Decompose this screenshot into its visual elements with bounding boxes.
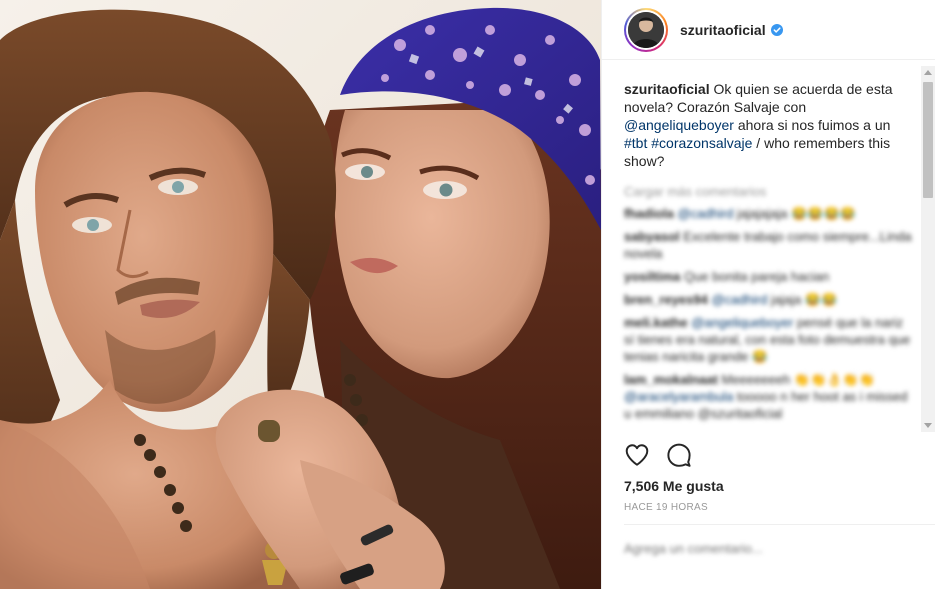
comment-username[interactable]: lam_mokalnaat <box>624 372 718 387</box>
comment-item: yosiltima Que bonita pareja hacian <box>624 269 830 284</box>
post-photo-illustration <box>0 0 601 589</box>
comment-item: sabyasol Excelente trabajo como siempre.… <box>624 229 912 261</box>
post-actions <box>624 442 692 468</box>
post-header: szuritaoficial <box>602 0 935 60</box>
caption-hashtag-corazonsalvaje[interactable]: #corazonsalvaje <box>651 135 752 151</box>
comments-list[interactable]: szuritaoficial Ok quien se acuerda de es… <box>602 66 920 432</box>
comment-mention[interactable]: @angeliqueboyer <box>691 315 793 330</box>
scroll-up-arrow-icon[interactable] <box>924 70 932 75</box>
comment-icon[interactable] <box>666 442 692 468</box>
comment-username[interactable]: sabyasol <box>624 229 680 244</box>
comment-mention[interactable]: @cadhird <box>677 206 733 221</box>
post-caption: szuritaoficial Ok quien se acuerda de es… <box>624 80 914 170</box>
post-sidebar: szuritaoficial szuritaoficial Ok quien s… <box>601 0 935 589</box>
comment-mention[interactable]: @cadhird <box>711 292 767 307</box>
comments-scrollbar[interactable] <box>921 66 935 432</box>
divider <box>624 524 935 525</box>
caption-text-2: ahora si nos fuimos a un <box>733 117 891 133</box>
caption-username[interactable]: szuritaoficial <box>624 81 710 97</box>
comment-username[interactable]: fhadiola <box>624 206 674 221</box>
avatar-image <box>628 11 664 48</box>
instagram-post: szuritaoficial szuritaoficial Ok quien s… <box>0 0 935 589</box>
post-timestamp[interactable]: HACE 19 HORAS <box>624 502 708 513</box>
heart-icon[interactable] <box>624 442 650 468</box>
load-more-comments[interactable]: Cargar más comentarios <box>624 184 914 199</box>
comment-item: fhadiola @cadhird jajajajaja 😂😂😂😂 <box>624 206 856 221</box>
scroll-down-arrow-icon[interactable] <box>924 423 932 428</box>
comment-item: meli.kathe @angeliqueboyer pensé que la … <box>624 315 911 364</box>
post-photo[interactable] <box>0 0 601 589</box>
comment-item: lam_mokalnaat Meeeeeeeh 👏👏👌👏👏@aracelyara… <box>624 372 908 421</box>
caption-mention[interactable]: @angeliqueboyer <box>624 117 734 133</box>
add-comment-input[interactable] <box>624 534 914 562</box>
comment-mention[interactable]: @aracelyarambula <box>624 389 733 404</box>
caption-hashtag-tbt[interactable]: #tbt <box>624 135 647 151</box>
likes-count[interactable]: 7,506 Me gusta <box>624 478 724 494</box>
comment-username[interactable]: yosiltima <box>624 269 680 284</box>
header-username[interactable]: szuritaoficial <box>680 22 766 38</box>
comment-username[interactable]: bren_reyes94 <box>624 292 708 307</box>
comment-item: bren_reyes94 @cadhird jajaja 😂😂 <box>624 292 838 307</box>
avatar[interactable] <box>624 7 668 52</box>
comment-username[interactable]: meli.kathe <box>624 315 688 330</box>
verified-badge-icon <box>770 23 783 36</box>
scrollbar-thumb[interactable] <box>923 82 933 198</box>
